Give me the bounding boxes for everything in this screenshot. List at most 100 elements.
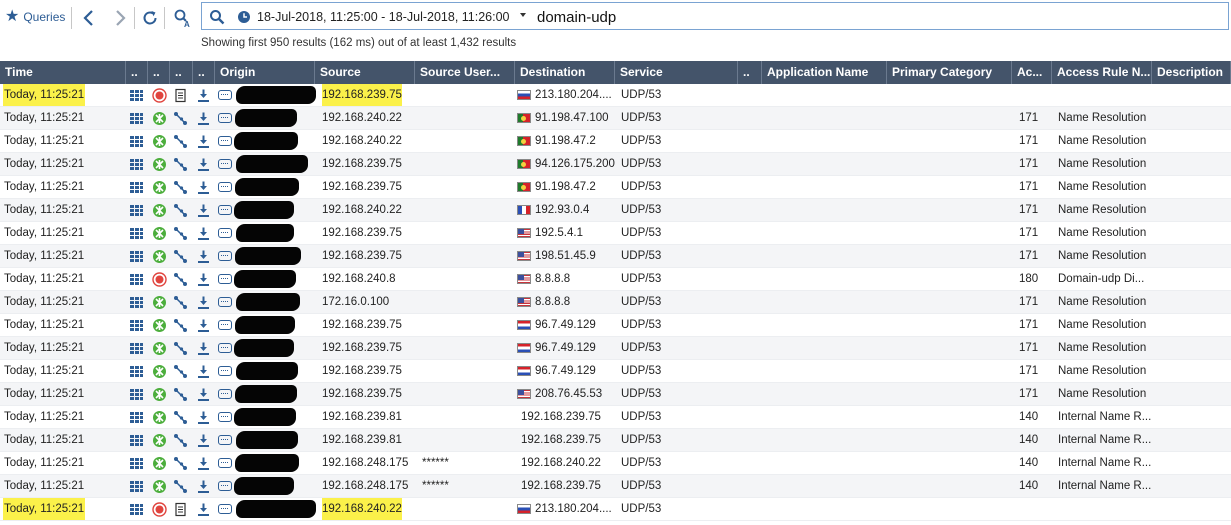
back-button[interactable]	[78, 7, 100, 29]
column-header-c1[interactable]: ..	[126, 61, 148, 84]
refresh-button[interactable]	[139, 7, 161, 29]
gateway-icon	[218, 389, 232, 399]
download-icon[interactable]	[196, 318, 211, 333]
column-header-c4[interactable]: ..	[193, 61, 215, 84]
table-row[interactable]: Today, 11:25:21 192.168.240.22 213.180.204…	[0, 498, 1231, 521]
gateway-icon	[218, 90, 232, 100]
redacted-origin	[235, 316, 295, 334]
column-header-c3[interactable]: ..	[170, 61, 193, 84]
download-icon[interactable]	[196, 249, 211, 264]
column-header-c2[interactable]: ..	[148, 61, 170, 84]
access-rule-number-cell: 171	[1019, 227, 1039, 239]
table-row[interactable]: Today, 11:25:21 192.168.239.75 94.126.175.…	[0, 153, 1231, 176]
table-row[interactable]: Today, 11:25:21 192.168.239.75 198.51.45.9…	[0, 245, 1231, 268]
download-icon[interactable]	[196, 387, 211, 402]
table-row[interactable]: Today, 11:25:21 192.168.239.75 192.5.4.1 UD…	[0, 222, 1231, 245]
table-row[interactable]: Today, 11:25:21 192.168.240.22 192.93.0.4 U…	[0, 199, 1231, 222]
table-row[interactable]: Today, 11:25:21 192.168.248.175 ****** 192.…	[0, 452, 1231, 475]
connection-icon[interactable]	[173, 157, 188, 172]
connection-icon[interactable]	[173, 180, 188, 195]
download-icon[interactable]	[196, 180, 211, 195]
connection-icon[interactable]	[173, 410, 188, 425]
column-header-source[interactable]: Source	[315, 61, 415, 84]
queries-button[interactable]: ★ Queries	[5, 9, 65, 25]
connection-icon[interactable]	[173, 456, 188, 471]
access-rule-name-cell: Name Resolution	[1058, 158, 1147, 170]
time-cell: Today, 11:25:21	[4, 250, 85, 262]
chevron-down-icon[interactable]	[520, 13, 526, 17]
source-cell: 192.168.239.75	[322, 365, 402, 377]
search-input[interactable]	[537, 7, 937, 27]
download-icon[interactable]	[196, 226, 211, 241]
column-header-origin[interactable]: Origin	[215, 61, 315, 84]
column-header-rule_name[interactable]: Access Rule N...	[1052, 61, 1152, 84]
grid-icon	[129, 318, 144, 333]
column-header-category[interactable]: Primary Category	[887, 61, 1012, 84]
table-row[interactable]: Today, 11:25:21 192.168.240.8 8.8.8.8 UDP/5…	[0, 268, 1231, 291]
table-row[interactable]: Today, 11:25:21 192.168.240.22 91.198.47.1…	[0, 107, 1231, 130]
table-row[interactable]: Today, 11:25:21 192.168.239.75 96.7.49.129…	[0, 360, 1231, 383]
connection-icon[interactable]	[173, 226, 188, 241]
table-row[interactable]: Today, 11:25:21 192.168.239.75 91.198.47.2…	[0, 176, 1231, 199]
forward-button[interactable]	[109, 7, 131, 29]
table-row[interactable]: Today, 11:25:21 192.168.248.175 ****** 192.…	[0, 475, 1231, 498]
download-icon[interactable]	[196, 88, 211, 103]
column-header-source_user[interactable]: Source User...	[415, 61, 515, 84]
connection-icon[interactable]	[173, 318, 188, 333]
query-syntax-button[interactable]: A	[172, 7, 194, 29]
download-icon[interactable]	[196, 502, 211, 517]
log-document-icon[interactable]	[173, 502, 188, 517]
download-icon[interactable]	[196, 410, 211, 425]
download-icon[interactable]	[196, 134, 211, 149]
column-header-time[interactable]: Time	[0, 61, 126, 84]
connection-icon[interactable]	[173, 249, 188, 264]
table-row[interactable]: Today, 11:25:21 192.168.239.81 192.168.239…	[0, 429, 1231, 452]
column-header-app[interactable]: Application Name	[762, 61, 887, 84]
column-header-service[interactable]: Service	[615, 61, 738, 84]
table-row[interactable]: Today, 11:25:21 172.16.0.100 8.8.8.8 UDP/53…	[0, 291, 1231, 314]
connection-icon[interactable]	[173, 272, 188, 287]
download-icon[interactable]	[196, 364, 211, 379]
table-row[interactable]: Today, 11:25:21 192.168.239.75 96.7.49.129…	[0, 337, 1231, 360]
download-icon[interactable]	[196, 295, 211, 310]
download-icon[interactable]	[196, 433, 211, 448]
table-row[interactable]: Today, 11:25:21 192.168.240.22 91.198.47.2…	[0, 130, 1231, 153]
destination-text: 213.180.204....	[535, 503, 612, 515]
table-row[interactable]: Today, 11:25:21 192.168.239.75 96.7.49.129…	[0, 314, 1231, 337]
download-icon[interactable]	[196, 479, 211, 494]
access-rule-name-cell: Name Resolution	[1058, 181, 1147, 193]
connection-icon[interactable]	[173, 295, 188, 310]
connection-icon[interactable]	[173, 341, 188, 356]
connection-icon[interactable]	[173, 134, 188, 149]
connection-icon[interactable]	[173, 203, 188, 218]
country-flag-icon	[517, 205, 531, 215]
column-header-description[interactable]: Description	[1152, 61, 1231, 84]
service-cell: UDP/53	[621, 434, 662, 446]
accept-icon	[152, 410, 167, 425]
download-icon[interactable]	[196, 456, 211, 471]
connection-icon[interactable]	[173, 111, 188, 126]
column-header-ac[interactable]: Ac...	[1012, 61, 1052, 84]
gateway-icon	[218, 297, 232, 307]
download-icon[interactable]	[196, 341, 211, 356]
time-range-selector[interactable]: 18-Jul-2018, 11:25:00 - 18-Jul-2018, 11:…	[257, 10, 510, 24]
download-icon[interactable]	[196, 203, 211, 218]
connection-icon[interactable]	[173, 364, 188, 379]
search-icon[interactable]	[209, 9, 225, 25]
table-row[interactable]: Today, 11:25:21 192.168.239.75 208.76.45.5…	[0, 383, 1231, 406]
redacted-origin	[235, 247, 301, 265]
connection-icon[interactable]	[173, 387, 188, 402]
table-row[interactable]: Today, 11:25:21 192.168.239.75 213.180.204…	[0, 84, 1231, 107]
download-icon[interactable]	[196, 272, 211, 287]
connection-icon[interactable]	[173, 479, 188, 494]
download-icon[interactable]	[196, 157, 211, 172]
chevron-left-icon	[83, 10, 93, 26]
download-icon[interactable]	[196, 111, 211, 126]
log-document-icon[interactable]	[173, 88, 188, 103]
connection-icon[interactable]	[173, 433, 188, 448]
source-cell: 192.168.239.75	[322, 388, 402, 400]
gateway-icon	[218, 159, 232, 169]
table-row[interactable]: Today, 11:25:21 192.168.239.81 192.168.239…	[0, 406, 1231, 429]
column-header-c5[interactable]: ..	[738, 61, 762, 84]
column-header-destination[interactable]: Destination	[515, 61, 615, 84]
